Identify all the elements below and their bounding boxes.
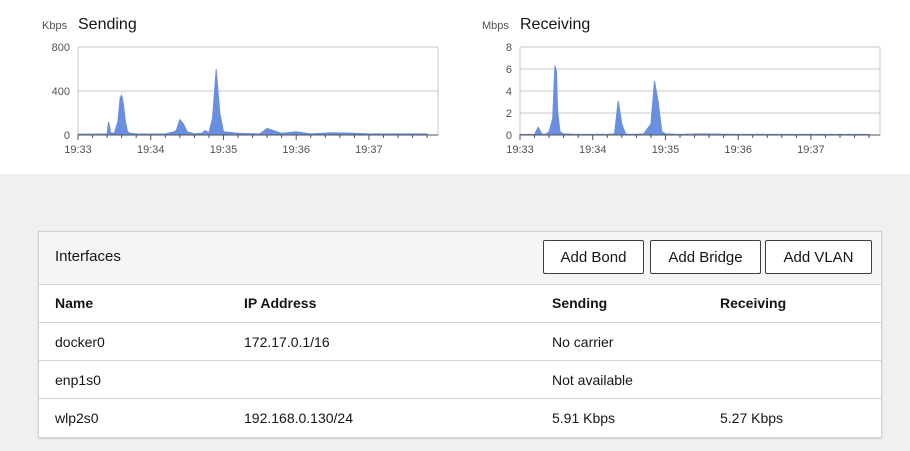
sending-chart: Kbps Sending 800 400 0 19:33 19:34 19:35 19:36… bbox=[0, 0, 450, 174]
column-header-receiving: Receiving bbox=[720, 295, 787, 311]
x-tick-label: 19:33 bbox=[506, 144, 534, 156]
add-bond-button[interactable]: Add Bond bbox=[543, 240, 644, 274]
x-tick-label: 19:37 bbox=[797, 144, 825, 156]
interface-name: docker0 bbox=[55, 334, 105, 350]
sending-plot: 800 400 0 19:33 19:34 19:35 19:36 19:37 bbox=[52, 42, 439, 156]
x-tick-label: 19:36 bbox=[282, 144, 310, 156]
y-tick-label: 2 bbox=[506, 108, 512, 120]
add-bridge-button[interactable]: Add Bridge bbox=[650, 240, 761, 274]
x-tick-label: 19:36 bbox=[724, 144, 752, 156]
x-tick-label: 19:35 bbox=[652, 144, 680, 156]
receiving-plot: 8 6 4 2 0 19:33 19:34 19:35 19:36 19:37 bbox=[506, 42, 881, 156]
interfaces-card: Interfaces Add Bond Add Bridge Add VLAN … bbox=[38, 231, 882, 438]
add-vlan-button[interactable]: Add VLAN bbox=[765, 240, 872, 274]
table-row[interactable]: docker0 172.17.0.1/16 No carrier bbox=[39, 322, 881, 361]
series-area bbox=[519, 65, 870, 136]
y-tick-label: 400 bbox=[52, 86, 70, 98]
x-tick-label: 19:34 bbox=[137, 144, 165, 156]
interface-name: enp1s0 bbox=[55, 372, 101, 388]
table-row[interactable]: enp1s0 Not available bbox=[39, 360, 881, 399]
interface-sending: No carrier bbox=[552, 334, 614, 350]
interface-sending: Not available bbox=[552, 372, 633, 388]
interfaces-card-header: Interfaces Add Bond Add Bridge Add VLAN bbox=[39, 232, 881, 285]
y-tick-label: 0 bbox=[64, 130, 70, 142]
interface-receiving: 5.27 Kbps bbox=[720, 410, 784, 426]
column-header-name: Name bbox=[55, 295, 94, 311]
interfaces-title: Interfaces bbox=[55, 248, 121, 265]
interface-ip: 192.168.0.130/24 bbox=[244, 410, 353, 426]
interface-ip: 172.17.0.1/16 bbox=[244, 334, 330, 350]
column-header-ip-address: IP Address bbox=[244, 295, 317, 311]
y-tick-label: 4 bbox=[506, 86, 512, 98]
y-tick-label: 6 bbox=[506, 64, 512, 76]
receiving-chart: Mbps Receiving 8 6 4 2 0 19:33 19:34 19:35 19:36… bbox=[458, 0, 908, 174]
content-area: Interfaces Add Bond Add Bridge Add VLAN … bbox=[0, 174, 910, 451]
series-area bbox=[77, 68, 428, 136]
x-tick-label: 19:33 bbox=[64, 144, 92, 156]
x-tick-label: 19:35 bbox=[210, 144, 238, 156]
y-tick-label: 0 bbox=[506, 130, 512, 142]
interface-sending: 5.91 Kbps bbox=[552, 410, 616, 426]
table-row[interactable]: wlp2s0 192.168.0.130/24 5.91 Kbps 5.27 K… bbox=[39, 398, 881, 437]
x-tick-label: 19:34 bbox=[579, 144, 607, 156]
y-tick-label: 8 bbox=[506, 42, 512, 54]
charts-area: Kbps Sending 800 400 0 19:33 19:34 19:35 19:36… bbox=[0, 0, 910, 174]
interface-name: wlp2s0 bbox=[55, 410, 99, 426]
y-tick-label: 800 bbox=[52, 42, 70, 54]
x-tick-label: 19:37 bbox=[355, 144, 383, 156]
column-header-sending: Sending bbox=[552, 295, 608, 311]
